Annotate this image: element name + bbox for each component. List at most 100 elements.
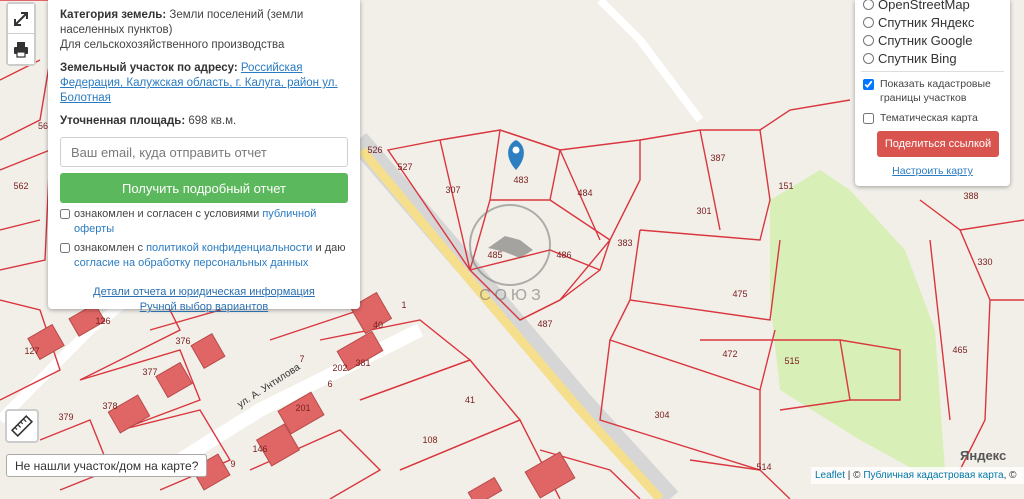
parcel-number-label: 514 (756, 462, 771, 472)
parcel-number-label: 377 (142, 367, 157, 377)
parcel-number-label: 387 (710, 153, 725, 163)
parcel-number-label: 526 (367, 145, 382, 155)
parcel-number-label: 515 (784, 356, 799, 366)
parcel-number-label: 485 (487, 250, 502, 260)
show-boundaries-option[interactable]: Показать кадастровые границы участков (861, 77, 1004, 105)
layer-radio[interactable] (863, 16, 874, 28)
marker-center (512, 146, 520, 154)
offer-consent-row: ознакомлен и согласен с условиями публич… (60, 207, 348, 237)
manual-selection-link[interactable]: Ручной выбор вариантов (140, 301, 268, 313)
not-found-button[interactable]: Не нашли участок/дом на карте? (6, 454, 208, 477)
ruler-icon (10, 414, 34, 438)
parcel-number-label: 301 (696, 206, 711, 216)
parcel-number-label: 487 (537, 319, 552, 329)
setup-map-link[interactable]: Настроить карту (861, 165, 1004, 177)
offer-text: ознакомлен и согласен с условиями публич… (74, 207, 348, 237)
parcel-number-label: 127 (24, 346, 39, 356)
area-value: 698 кв.м. (188, 115, 237, 127)
attribution-separator: | © (845, 470, 864, 481)
area-label: Уточненная площадь: (60, 115, 186, 127)
layer-option-label: OpenStreetMap (878, 0, 970, 12)
parcel-number-label: 7 (299, 354, 304, 364)
parcel-number-label: 383 (617, 238, 632, 248)
offer-prefix: ознакомлен и согласен с условиями (74, 208, 260, 220)
show-boundaries-checkbox[interactable] (863, 79, 874, 90)
parcel-number-label: 376 (175, 336, 190, 346)
parcel-number-label: 56 (38, 121, 48, 131)
layers-panel: OpenStreetMap Спутник Яндекс Спутник Googl… (855, 0, 1010, 186)
layer-option-label: Спутник Google (878, 32, 973, 48)
land-usage-value: Для сельскохозяйственного производства (60, 39, 285, 51)
parcel-number-label: 9 (230, 459, 235, 469)
report-details-link[interactable]: Детали отчета и юридическая информация (93, 286, 315, 298)
parcel-number-label: 378 (102, 401, 117, 411)
yandex-logo: Яндекс (960, 448, 1007, 463)
parcel-number-label: 527 (397, 162, 412, 172)
parcel-number-label: 465 (952, 345, 967, 355)
parcel-info-panel: Категория земель: Земли поселений (земли… (48, 0, 360, 313)
address-row: Земельный участок по адресу: Российская … (60, 61, 348, 106)
layer-option[interactable]: OpenStreetMap (861, 0, 1004, 13)
parcel-number-label: 201 (295, 403, 310, 413)
parcel-number-label: 484 (577, 188, 592, 198)
land-category-row: Категория земель: Земли поселений (земли… (60, 8, 348, 53)
thematic-map-checkbox[interactable] (863, 113, 874, 124)
parcel-number-label: 146 (252, 444, 267, 454)
layer-radio[interactable] (863, 34, 874, 46)
layers-divider (861, 71, 1004, 72)
layer-option[interactable]: Спутник Яндекс (861, 13, 1004, 31)
parcel-number-label: 6 (327, 379, 332, 389)
layer-option[interactable]: Спутник Google (861, 31, 1004, 49)
ruler-button[interactable] (5, 409, 39, 443)
layer-radio[interactable] (863, 52, 874, 64)
map-controls (6, 2, 36, 66)
leaflet-link[interactable]: Leaflet (815, 470, 845, 481)
map-attribution: Leaflet | © Публичная кадастровая карта,… (811, 467, 1024, 484)
email-input[interactable] (60, 137, 348, 167)
get-report-button[interactable]: Получить подробный отчет (60, 173, 348, 203)
privacy-prefix: ознакомлен с (74, 242, 144, 254)
watermark-text: СОЮЗ (479, 287, 544, 304)
parcel-number-label: 304 (654, 410, 669, 420)
privacy-consent-row: ознакомлен с политикой конфиденциальност… (60, 241, 348, 271)
parcel-number-label: 40 (373, 320, 383, 330)
land-category-label: Категория земель: (60, 9, 167, 21)
parcel-number-label: 41 (465, 395, 475, 405)
privacy-link[interactable]: политикой конфиденциальности (146, 242, 312, 254)
parcel-number-label: 108 (422, 435, 437, 445)
print-button[interactable] (8, 34, 34, 64)
privacy-checkbox[interactable] (60, 243, 70, 253)
parcel-number-label: 151 (778, 181, 793, 191)
attribution-suffix: , © (1003, 470, 1017, 481)
thematic-map-option[interactable]: Тематическая карта (861, 111, 1004, 125)
parcel-number-label: 202 (332, 363, 347, 373)
expand-icon (14, 12, 28, 26)
consent-link[interactable]: согласие на обработку персональных данны… (74, 257, 308, 269)
parcel-number-label: 475 (732, 289, 747, 299)
parcel-number-label: 483 (513, 175, 528, 185)
parcel-number-label: 379 (58, 412, 73, 422)
parcel-number-label: 330 (977, 257, 992, 267)
parcel-number-label: 307 (445, 185, 460, 195)
parcel-number-label: 388 (963, 191, 978, 201)
parcel-number-label: 126 (95, 316, 110, 326)
panel-links: Детали отчета и юридическая информация Р… (60, 285, 348, 315)
base-layer-options: OpenStreetMap Спутник Яндекс Спутник Googl… (861, 0, 1004, 67)
offer-checkbox[interactable] (60, 209, 70, 219)
fullscreen-button[interactable] (8, 4, 34, 34)
cadastral-map-link[interactable]: Публичная кадастровая карта (863, 470, 1003, 481)
thematic-map-label: Тематическая карта (880, 112, 978, 124)
layer-option-label: Спутник Bing (878, 50, 957, 66)
printer-icon (14, 42, 28, 58)
layer-option[interactable]: Спутник Bing (861, 49, 1004, 67)
parcel-number-label: 472 (722, 349, 737, 359)
layer-radio[interactable] (863, 0, 874, 10)
privacy-middle: и даю (315, 242, 346, 254)
show-boundaries-label: Показать кадастровые границы участков (880, 78, 991, 104)
parcel-number-label: 562 (13, 181, 28, 191)
share-link-button[interactable]: Поделиться ссылкой (877, 131, 999, 157)
parcel-number-label: 486 (556, 250, 571, 260)
layer-option-label: Спутник Яндекс (878, 14, 975, 30)
address-label: Земельный участок по адресу: (60, 62, 238, 74)
privacy-text: ознакомлен с политикой конфиденциальност… (74, 241, 348, 271)
